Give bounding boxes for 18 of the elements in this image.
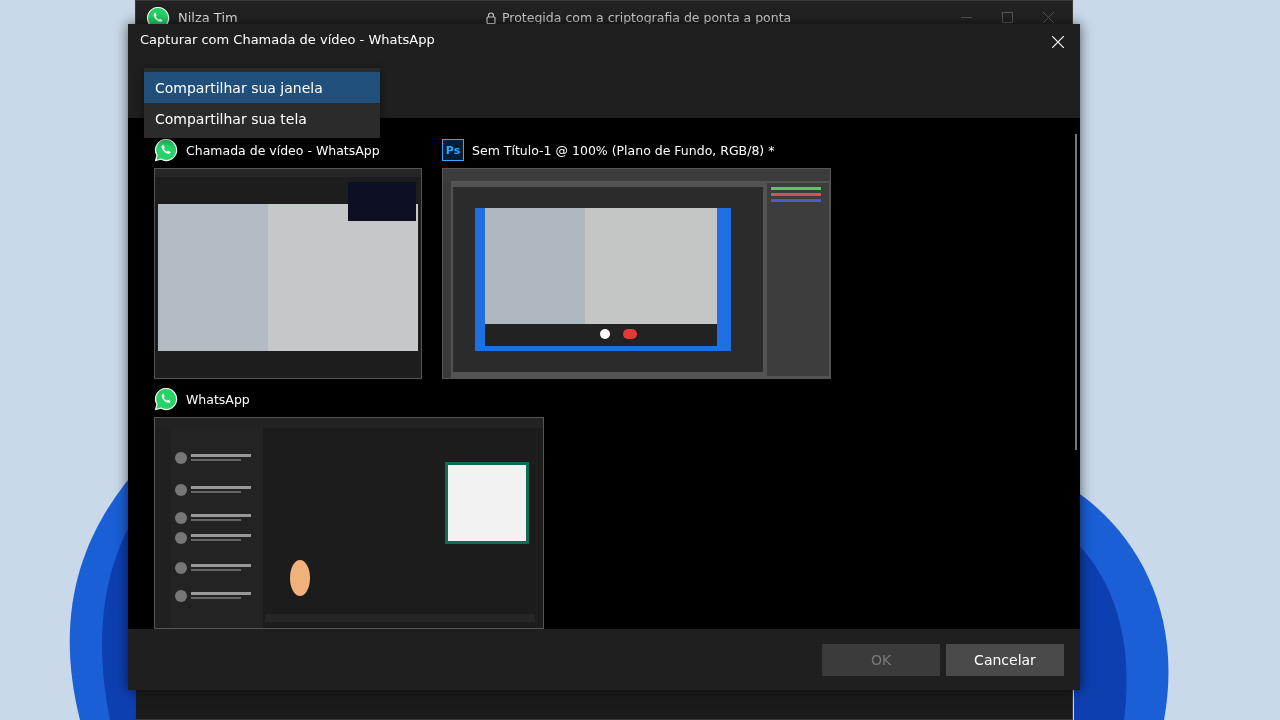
dialog-button[interactable]: Cancelar [946,643,1064,676]
window-preview-drawing[interactable] [154,417,544,630]
whatsapp-logo-icon [154,387,178,412]
window-preview-drawing[interactable] [154,168,422,380]
lock-icon [486,11,496,24]
photoshop-logo-icon: Ps [442,139,464,162]
window-title: WhatsApp [186,391,250,407]
window-title: Sem Título-1 @ 100% (Plano de Fundo, RGB/8) * [472,142,775,158]
menu-item[interactable]: Compartilhar sua janela [144,72,380,103]
window-title: Chamada de vídeo - WhatsApp [186,142,380,158]
encryption-notice: Protegida com a criptografia de ponta a ponta [502,10,792,25]
close-icon [1052,36,1064,48]
window-title: Nilza Tim [178,10,239,25]
dialog-title: Capturar com Chamada de vídeo - WhatsApp [140,32,435,47]
scrollbar[interactable] [1075,134,1077,451]
menu-item[interactable]: Compartilhar sua tela [144,103,380,134]
whatsapp-logo-icon [154,138,178,163]
window-preview-drawing[interactable] [442,168,831,380]
